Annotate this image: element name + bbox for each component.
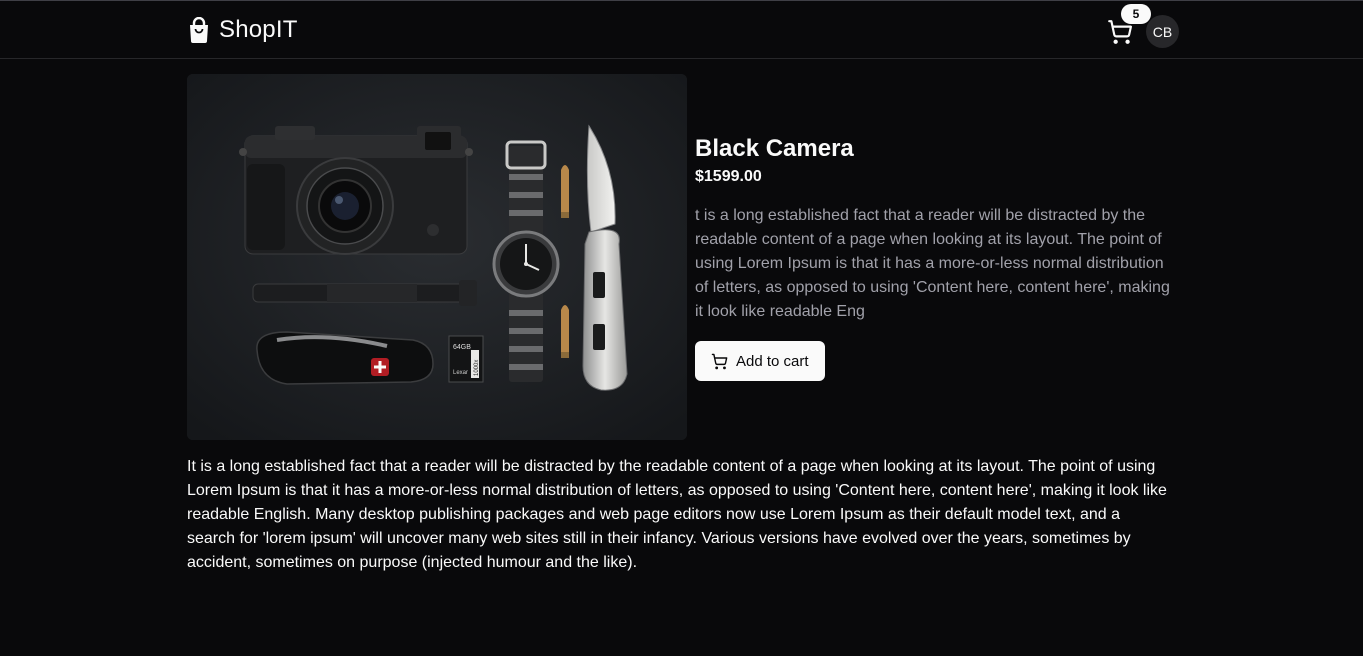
shopping-cart-icon: [711, 353, 728, 369]
cart-count-badge: 5: [1121, 4, 1151, 24]
product-photo: 64GB Lexar 1000x: [187, 74, 687, 440]
sd-speed-label: 1000x: [474, 360, 480, 376]
product-title: Black Camera: [695, 135, 854, 162]
product-info: Black Camera $1599.00 t is a long establ…: [695, 133, 1175, 381]
shopping-bag-icon: [190, 17, 208, 43]
add-to-cart-label: Add to cart: [736, 352, 809, 370]
flashlight-illustration: [252, 280, 477, 306]
brand-name: ShopIT: [219, 16, 298, 43]
pocket-knife-illustration: [256, 331, 434, 385]
sd-brand-label: Lexar: [453, 370, 468, 376]
product-long-description: It is a long established fact that a rea…: [187, 458, 1167, 571]
brand-link[interactable]: ShopIT: [187, 16, 298, 44]
add-to-cart-button[interactable]: Add to cart: [695, 341, 825, 381]
product-short-description: t is a long established fact that a read…: [695, 207, 1170, 320]
sd-card-illustration: 64GB Lexar 1000x: [448, 335, 484, 383]
user-avatar[interactable]: CB: [1146, 15, 1179, 48]
product-price: $1599.00: [695, 168, 762, 185]
camera-illustration: [239, 126, 473, 255]
navbar: ShopIT 5 CB: [0, 1, 1363, 59]
sd-capacity-label: 64GB: [453, 344, 471, 351]
product-image: 64GB Lexar 1000x: [187, 74, 687, 440]
